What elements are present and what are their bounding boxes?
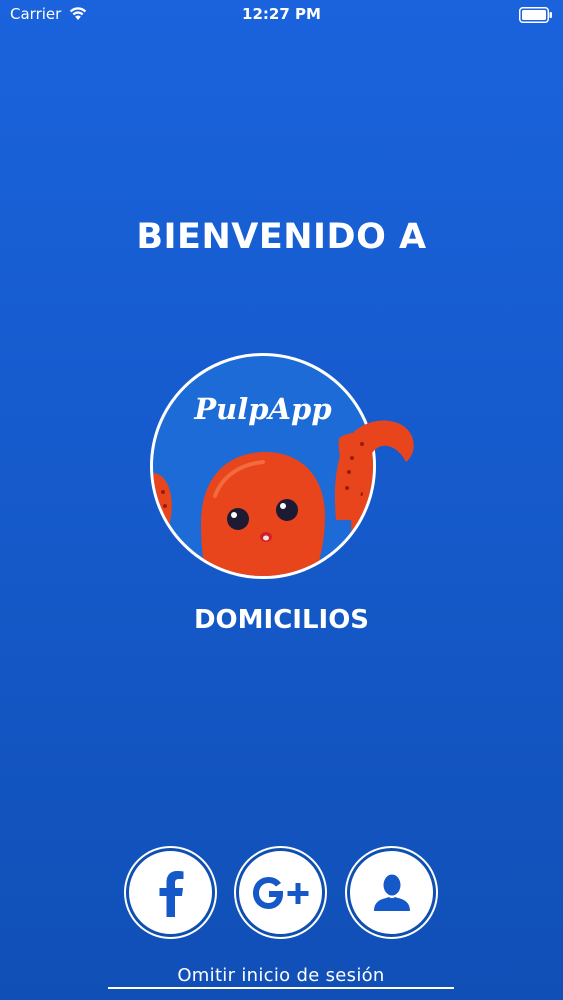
welcome-title: BIENVENIDO A	[136, 217, 427, 257]
status-bar: Carrier 12:27 PM	[0, 0, 563, 30]
welcome-screen: Carrier 12:27 PM BIENVENIDO A PulpApp DO…	[0, 0, 563, 1000]
login-options	[0, 848, 563, 943]
user-icon	[373, 874, 410, 911]
battery-icon	[519, 7, 552, 23]
google-login-button[interactable]	[236, 848, 325, 937]
google-plus-icon	[252, 876, 308, 909]
user-login-button[interactable]	[347, 848, 436, 937]
facebook-login-button[interactable]	[126, 848, 215, 937]
logo-subtitle: DOMICILIOS	[193, 605, 370, 635]
status-time: 12:27 PM	[242, 5, 321, 23]
facebook-icon	[159, 870, 183, 917]
tentacle-icon	[334, 420, 414, 520]
skip-login-link[interactable]: Omitir inicio de sesión	[108, 965, 454, 989]
